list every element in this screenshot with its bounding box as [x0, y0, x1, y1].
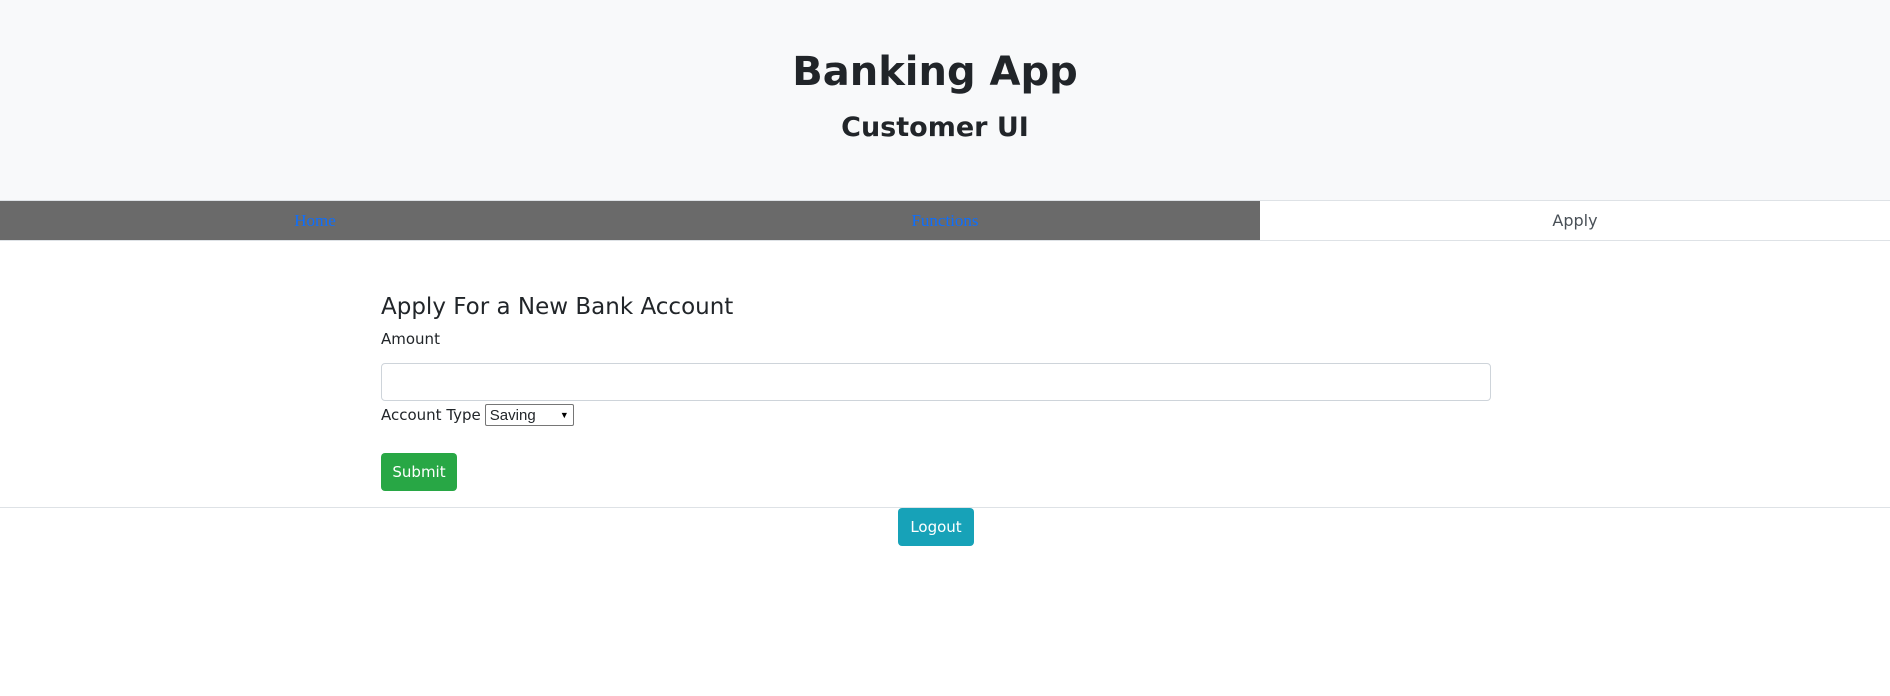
account-type-row: Account Type Saving ▼	[381, 403, 1491, 427]
app-subtitle: Customer UI	[841, 112, 1029, 143]
form-title: Apply For a New Bank Account	[381, 294, 734, 320]
dropdown-arrow-icon: ▼	[559, 410, 569, 420]
apply-form: Apply For a New Bank Account Amount Acco…	[381, 290, 1491, 491]
app-title: Banking App	[792, 49, 1078, 95]
page-header: Banking App Customer UI	[0, 0, 1890, 200]
logout-button[interactable]: Logout	[898, 508, 974, 546]
tab-functions[interactable]: Functions	[630, 201, 1260, 240]
account-type-select[interactable]: Saving ▼	[484, 404, 574, 426]
amount-label: Amount	[381, 330, 440, 348]
tab-home[interactable]: Home	[0, 201, 630, 240]
account-type-label: Account Type	[381, 406, 481, 424]
account-type-value: Saving	[489, 406, 536, 424]
tab-apply[interactable]: Apply	[1260, 201, 1890, 240]
submit-button[interactable]: Submit	[381, 453, 457, 491]
nav-tabs: Home Functions Apply	[0, 200, 1890, 241]
amount-input[interactable]	[381, 363, 1491, 401]
